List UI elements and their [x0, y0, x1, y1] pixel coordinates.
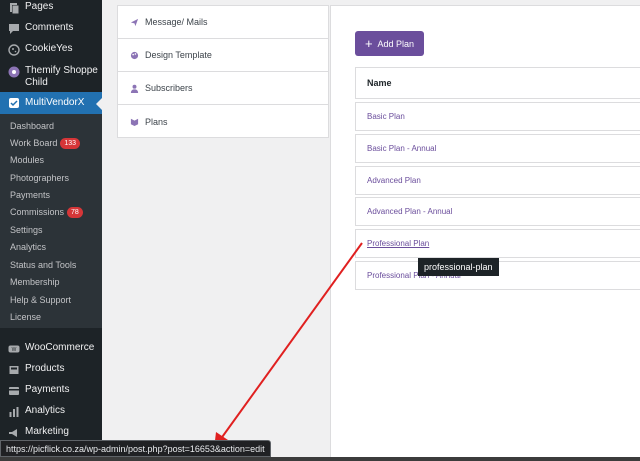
plan-link[interactable]: Basic Plan: [367, 112, 405, 121]
cookie-icon: [7, 43, 20, 56]
plan-link[interactable]: Advanced Plan - Annual: [367, 207, 452, 216]
submenu-settings[interactable]: Settings: [10, 224, 43, 236]
count-badge: 78: [67, 206, 83, 218]
status-url: https://picflick.co.za/wp-admin/post.php…: [6, 443, 265, 454]
submenu-label: Analytics: [10, 242, 47, 252]
plan-link[interactable]: Advanced Plan: [367, 176, 421, 185]
plus-icon: +: [364, 35, 373, 51]
sidebar-item-label: Comments: [25, 22, 74, 33]
submenu-label: Payments: [10, 190, 51, 200]
submenu-label: Photographers: [10, 173, 70, 183]
sidebar-item-woocommerce[interactable]: W WooCommerce: [0, 342, 102, 355]
submenu-label: Settings: [10, 225, 43, 235]
sidebar-item-multivendorx[interactable]: MultiVendorX: [0, 92, 102, 114]
sidebar-item-themify[interactable]: Themify Shoppe Child: [0, 65, 102, 89]
submenu-photographers[interactable]: Photographers: [10, 172, 69, 184]
nav-label: Design Template: [145, 50, 212, 60]
sidebar-item-marketing[interactable]: Marketing: [0, 426, 102, 439]
submenu-label: Work Board: [10, 138, 58, 148]
nav-message-mails[interactable]: Message/ Mails: [118, 6, 328, 39]
submenu-analytics[interactable]: Analytics: [10, 241, 46, 253]
comments-icon: [7, 22, 20, 35]
plan-row[interactable]: Advanced Plan: [355, 166, 640, 195]
marketing-icon: [7, 426, 20, 439]
nav-label: Subscribers: [145, 83, 193, 93]
submenu-license[interactable]: License: [10, 311, 41, 323]
add-plan-label: Add Plan: [377, 38, 415, 49]
plan-row[interactable]: Advanced Plan - Annual: [355, 197, 640, 226]
sidebar-item-label: Analytics: [25, 405, 66, 416]
settings-nav: Message/ Mails Design Template Subscribe…: [117, 5, 329, 138]
nav-design-template[interactable]: Design Template: [118, 39, 328, 72]
sidebar-item-cookieyes[interactable]: CookieYes: [0, 43, 102, 56]
submenu-label: Dashboard: [10, 121, 55, 131]
sidebar-item-label: CookieYes: [25, 43, 73, 54]
pages-icon: [7, 1, 20, 14]
submenu-membership[interactable]: Membership: [10, 276, 60, 288]
analytics-icon: [7, 405, 20, 418]
submenu-label: Commissions: [10, 207, 65, 217]
submenu-label: Modules: [10, 155, 45, 165]
sidebar-item-label: Products: [25, 363, 65, 374]
plan-row-hovered[interactable]: Professional Plan: [355, 229, 640, 258]
sidebar-item-label: Payments: [25, 384, 70, 395]
submenu-label: Status and Tools: [10, 260, 77, 270]
products-icon: [7, 363, 20, 376]
multivendorx-icon: [7, 97, 20, 110]
palette-icon: [129, 50, 139, 60]
plan-row[interactable]: Basic Plan: [355, 102, 640, 131]
nav-label: Plans: [145, 116, 168, 127]
admin-sidebar: Pages Comments CookieYes Themify Shoppe …: [0, 0, 102, 461]
submenu-payments[interactable]: Payments: [10, 189, 50, 201]
submenu-commissions[interactable]: Commissions 78: [10, 206, 83, 218]
submenu-status-tools[interactable]: Status and Tools: [10, 259, 76, 271]
sidebar-item-label: Marketing: [25, 426, 69, 437]
browser-status-bar: https://picflick.co.za/wp-admin/post.php…: [0, 440, 271, 457]
send-icon: [129, 17, 139, 27]
submenu-help-support[interactable]: Help & Support: [10, 294, 71, 306]
window-bottom-edge: [0, 457, 640, 461]
submenu-modules[interactable]: Modules: [10, 154, 44, 166]
plans-icon: [129, 117, 139, 127]
submenu-label: Help & Support: [10, 295, 72, 305]
themify-icon: [7, 65, 20, 78]
sidebar-item-label: Pages: [25, 1, 54, 12]
sidebar-item-label: WooCommerce: [25, 342, 95, 353]
submenu-work-board[interactable]: Work Board 133: [10, 137, 81, 149]
sidebar-item-products[interactable]: Products: [0, 363, 102, 376]
sidebar-item-analytics[interactable]: Analytics: [0, 405, 102, 418]
main-content: Message/ Mails Design Template Subscribe…: [102, 0, 640, 461]
sidebar-item-payments[interactable]: Payments: [0, 384, 102, 397]
plan-link[interactable]: Basic Plan - Annual: [367, 144, 436, 153]
submenu-label: License: [10, 312, 42, 322]
nav-subscribers[interactable]: Subscribers: [118, 72, 328, 105]
svg-text:W: W: [11, 347, 16, 353]
table-header-name: Name: [355, 67, 640, 99]
submenu-dashboard[interactable]: Dashboard: [10, 120, 54, 132]
nav-plans[interactable]: Plans: [118, 105, 328, 138]
submenu-label: Membership: [10, 277, 60, 287]
sidebar-item-label: Themify Shoppe Child: [25, 65, 98, 88]
multivendorx-submenu: Dashboard Work Board 133 Modules Photogra…: [0, 114, 102, 328]
nav-label: Message/ Mails: [145, 17, 208, 27]
link-tooltip: professional-plan: [418, 258, 499, 276]
column-header-label: Name: [367, 78, 392, 88]
plans-panel: + Add Plan Name Basic Plan Basic Plan - …: [330, 5, 640, 461]
sidebar-item-pages[interactable]: Pages: [0, 1, 102, 14]
payments-icon: [7, 384, 20, 397]
plan-row[interactable]: Basic Plan - Annual: [355, 134, 640, 163]
user-icon: [129, 83, 139, 93]
sidebar-item-comments[interactable]: Comments: [0, 22, 102, 35]
woocommerce-icon: W: [7, 342, 20, 355]
add-plan-button[interactable]: + Add Plan: [355, 31, 424, 56]
count-badge: 133: [60, 137, 81, 149]
sidebar-item-label: MultiVendorX: [25, 97, 85, 108]
plan-link[interactable]: Professional Plan: [367, 239, 429, 248]
